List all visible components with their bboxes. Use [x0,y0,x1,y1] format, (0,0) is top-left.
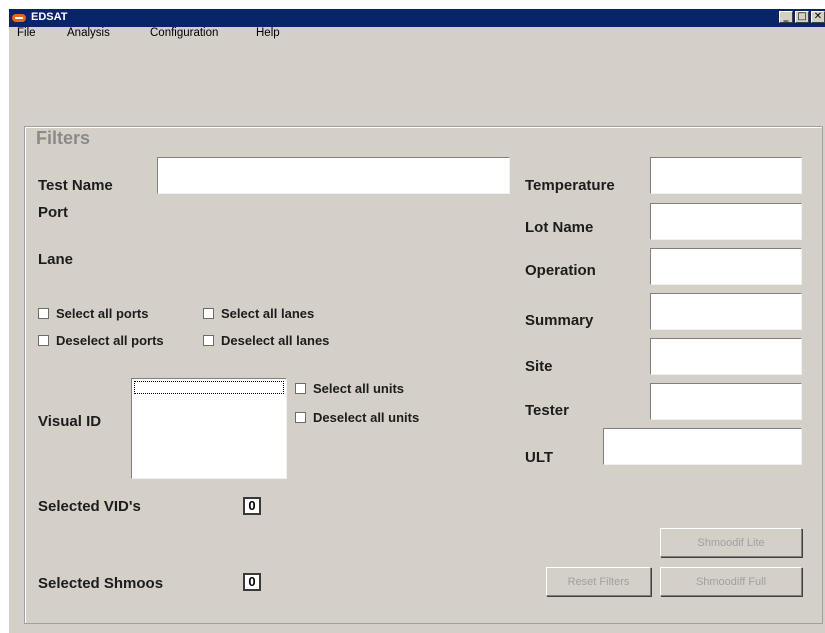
select-all-units-label: Select all units [313,381,405,396]
menu-bar [9,27,825,47]
app-icon [12,14,26,22]
shmoodif-lite-button[interactable]: Shmoodif Lite [660,528,802,557]
select-all-lanes-label: Select all lanes [221,306,315,321]
ult-input[interactable] [603,428,802,465]
edsat-window: EDSAT _ □ ✕ File Analysis Configuration … [9,9,825,633]
select-all-ports-checkbox[interactable]: Select all ports [38,306,148,321]
menu-analysis[interactable]: Analysis [67,27,110,39]
selected-shmoos-label: Selected Shmoos [38,575,164,592]
temperature-input[interactable] [650,157,802,194]
menu-help[interactable]: Help [256,27,280,39]
minimize-button[interactable]: _ [779,11,793,23]
deselect-all-lanes-label: Deselect all lanes [221,333,330,348]
deselect-all-lanes-checkbox[interactable]: Deselect all lanes [203,333,329,348]
checkbox-box[interactable] [38,308,49,319]
lane-label: Lane [38,251,74,268]
menu-file[interactable]: File [17,27,36,39]
selected-shmoos-count: 0 [243,573,261,591]
list-focus-row[interactable] [134,381,284,394]
close-button[interactable]: ✕ [811,11,825,23]
operation-input[interactable] [650,248,802,285]
filters-title: Filters [36,128,91,148]
summary-label: Summary [525,312,594,329]
temperature-label: Temperature [525,177,615,194]
visual-id-list[interactable] [131,378,287,479]
window-title: EDSAT [31,11,68,23]
maximize-button[interactable]: □ [795,11,809,23]
tester-input[interactable] [650,383,802,420]
checkbox-box[interactable] [295,412,306,423]
checkbox-box[interactable] [295,383,306,394]
checkbox-box[interactable] [203,308,214,319]
site-label: Site [525,358,553,375]
test-name-label: Test Name [38,177,113,194]
test-name-input[interactable] [157,157,510,194]
deselect-all-ports-label: Deselect all ports [56,333,164,348]
checkbox-box[interactable] [38,335,49,346]
port-label: Port [38,204,68,221]
deselect-all-ports-checkbox[interactable]: Deselect all ports [38,333,164,348]
selected-vids-count: 0 [243,497,261,515]
selected-vids-label: Selected VID's [38,498,141,515]
lot-name-label: Lot Name [525,219,594,236]
lot-name-input[interactable] [650,203,802,240]
operation-label: Operation [525,262,596,279]
select-all-units-checkbox[interactable]: Select all units [295,381,404,396]
menu-configuration[interactable]: Configuration [150,27,218,39]
tester-label: Tester [525,402,569,419]
site-input[interactable] [650,338,802,375]
select-all-lanes-checkbox[interactable]: Select all lanes [203,306,314,321]
reset-filters-button[interactable]: Reset Filters [546,567,651,596]
deselect-all-units-checkbox[interactable]: Deselect all units [295,410,419,425]
title-bar[interactable]: EDSAT _ □ ✕ [9,9,825,27]
ult-label: ULT [525,449,554,466]
checkbox-box[interactable] [203,335,214,346]
deselect-all-units-label: Deselect all units [313,410,420,425]
shmoodiff-full-button[interactable]: Shmoodiff Full [660,567,802,596]
visual-id-label: Visual ID [38,413,102,430]
summary-input[interactable] [650,293,802,330]
select-all-ports-label: Select all ports [56,306,149,321]
